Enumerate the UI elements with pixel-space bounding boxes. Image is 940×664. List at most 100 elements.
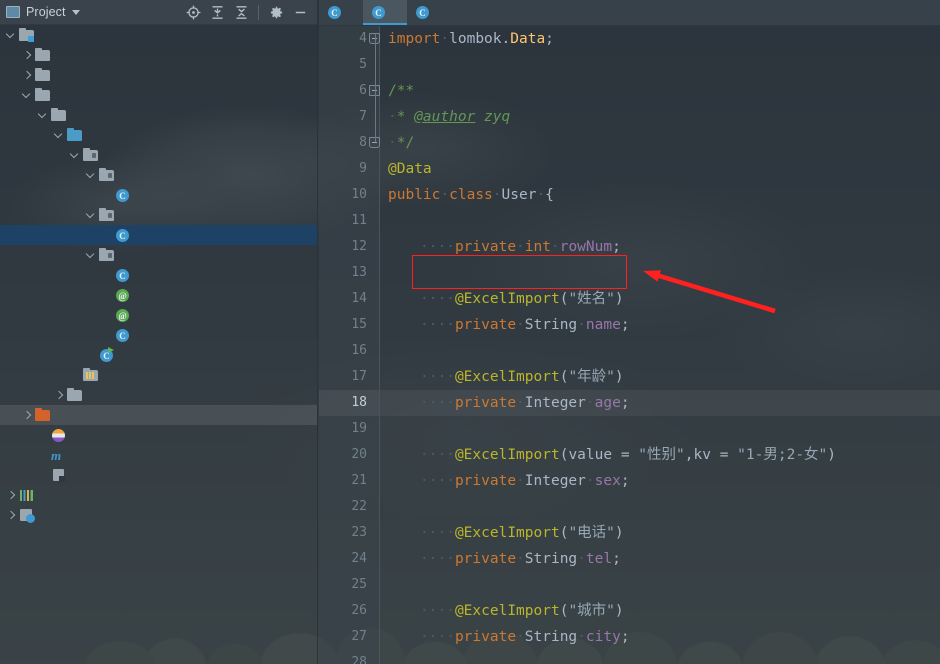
code-line[interactable]: ····@ExcelImport("年龄") — [420, 364, 624, 390]
tree-item-test[interactable] — [0, 385, 317, 405]
line-number[interactable]: 7 — [359, 104, 367, 130]
line-number[interactable]: 18 — [351, 390, 367, 416]
code-editor[interactable]: 4 5 6 7 8 9 10 11 12 13 14 15 16 17 18 19 20 21 22 23 24 25 26… — [319, 26, 940, 664]
code-line[interactable]: ····@ExcelImport("姓名") — [420, 286, 624, 312]
locate-target-icon[interactable] — [182, 1, 204, 23]
chevron-down-icon[interactable] — [38, 110, 49, 121]
chevron-down-icon[interactable] — [86, 250, 97, 261]
code-lines[interactable]: import·lombok.Data; /** ·* @author zyq ·*/@… — [380, 26, 940, 664]
line-number[interactable]: 15 — [351, 312, 367, 338]
code-line[interactable]: ····private·Integer·sex; — [420, 468, 630, 494]
chevron-down-icon[interactable] — [86, 170, 97, 181]
line-number[interactable]: 13 — [351, 260, 367, 286]
line-number[interactable]: 6 — [359, 78, 367, 104]
tree-item-src[interactable] — [0, 85, 317, 105]
code-line[interactable]: ····private·String·city; — [420, 624, 630, 650]
line-number[interactable]: 9 — [359, 156, 367, 182]
code-line[interactable]: @Data — [388, 156, 432, 182]
tree-item-sunnyzyq[interactable] — [0, 25, 317, 45]
chevron-down-icon[interactable] — [71, 9, 80, 15]
expand-all-icon[interactable] — [206, 1, 228, 23]
tree-item-excelclassfield[interactable]: C — [0, 265, 317, 285]
line-number[interactable]: 8 — [359, 130, 367, 156]
code-line[interactable]: ····@ExcelImport("电话") — [420, 520, 624, 546]
chevron-down-icon[interactable] — [70, 150, 81, 161]
line-number[interactable]: 17 — [351, 364, 367, 390]
gear-icon[interactable] — [265, 1, 287, 23]
tree-item-util-excel[interactable] — [0, 245, 317, 265]
tree-item-pom-xml[interactable]: m — [0, 445, 317, 465]
code-line[interactable]: ····private·int·rowNum; — [420, 234, 621, 260]
line-number-gutter[interactable]: 4 5 6 7 8 9 10 11 12 13 14 15 16 17 18 19 20 21 22 23 24 25 26… — [319, 26, 380, 664]
package-icon — [99, 207, 115, 223]
code-line[interactable]: ·*/ — [388, 130, 414, 156]
chevron-down-icon[interactable] — [54, 130, 65, 141]
line-number[interactable]: 11 — [351, 208, 367, 234]
line-number[interactable]: 25 — [351, 572, 367, 598]
line-number[interactable]: 21 — [351, 468, 367, 494]
chevron-down-icon[interactable] — [22, 90, 33, 101]
chevron-right-icon[interactable] — [6, 490, 17, 501]
tree-item-excelexport[interactable]: @ — [0, 285, 317, 305]
tree-item-target[interactable] — [0, 405, 317, 425]
tree-item-sunnyzyq-iml[interactable] — [0, 465, 317, 485]
code-line[interactable]: public·class·User·{ — [388, 182, 554, 208]
line-number[interactable]: 22 — [351, 494, 367, 520]
chevron-down-icon[interactable] — [6, 30, 17, 41]
line-number[interactable]: 28 — [351, 650, 367, 664]
tree-item-excelutils[interactable]: C — [0, 325, 317, 345]
line-number[interactable]: 19 — [351, 416, 367, 442]
line-number[interactable]: 20 — [351, 442, 367, 468]
line-number[interactable]: 10 — [351, 182, 367, 208]
code-line[interactable]: ····private·String·tel; — [420, 546, 621, 572]
tree-item-entity[interactable] — [0, 205, 317, 225]
code-line[interactable]: /** — [388, 78, 414, 104]
tree-item--settings[interactable] — [0, 65, 317, 85]
tree-item-resources[interactable] — [0, 365, 317, 385]
collapse-all-icon[interactable] — [230, 1, 252, 23]
chevron-right-icon[interactable] — [54, 390, 65, 401]
line-number[interactable]: 27 — [351, 624, 367, 650]
line-number[interactable]: 23 — [351, 520, 367, 546]
code-line[interactable]: ····private·Integer·age; — [420, 390, 630, 416]
editor-tab-usercontroller-java[interactable]: C — [319, 0, 363, 25]
tree-item-scratches-and-consoles[interactable] — [0, 505, 317, 525]
tree-item--project[interactable] — [0, 425, 317, 445]
tree-item-main[interactable] — [0, 105, 317, 125]
line-number[interactable]: 26 — [351, 598, 367, 624]
chevron-right-icon[interactable] — [6, 510, 17, 521]
tree-item-usercontroller[interactable]: C — [0, 185, 317, 205]
tree-item-user[interactable]: C — [0, 225, 317, 245]
code-line[interactable]: ····private·String·name; — [420, 312, 630, 338]
chevron-right-icon[interactable] — [22, 410, 33, 421]
tree-item-app[interactable]: C — [0, 345, 317, 365]
tree-item-excelimport[interactable]: @ — [0, 305, 317, 325]
tool-window-title[interactable]: Project — [26, 5, 66, 19]
tree-item-java[interactable] — [0, 125, 317, 145]
line-number[interactable]: 4 — [359, 26, 367, 52]
project-file-icon — [51, 427, 67, 443]
chevron-right-icon[interactable] — [22, 50, 33, 61]
project-tree[interactable]: C C C @ @ C Cm — [0, 25, 317, 664]
line-number[interactable]: 24 — [351, 546, 367, 572]
tree-item--idea[interactable] — [0, 45, 317, 65]
chevron-right-icon[interactable] — [22, 70, 33, 81]
module-folder-icon — [19, 27, 35, 43]
code-line[interactable]: ····@ExcelImport(value = "性别",kv = "1-男;… — [420, 442, 836, 468]
line-number[interactable]: 5 — [359, 52, 367, 78]
chevron-down-icon[interactable] — [86, 210, 97, 221]
editor-tab-excelutils-java[interactable]: C — [407, 0, 451, 25]
line-number[interactable]: 16 — [351, 338, 367, 364]
class-icon: C — [115, 327, 131, 343]
code-line[interactable]: import·lombok.Data; — [388, 26, 554, 52]
code-line[interactable]: ····@ExcelImport("城市") — [420, 598, 624, 624]
line-number[interactable]: 12 — [351, 234, 367, 260]
line-number[interactable]: 14 — [351, 286, 367, 312]
tree-item-external-libraries[interactable] — [0, 485, 317, 505]
tree-item-com-zyq[interactable] — [0, 145, 317, 165]
code-line[interactable]: ·* @author zyq — [388, 104, 510, 130]
minimize-icon[interactable] — [289, 1, 311, 23]
editor-tab-user-java[interactable]: C — [363, 0, 407, 25]
tree-item-controller[interactable] — [0, 165, 317, 185]
